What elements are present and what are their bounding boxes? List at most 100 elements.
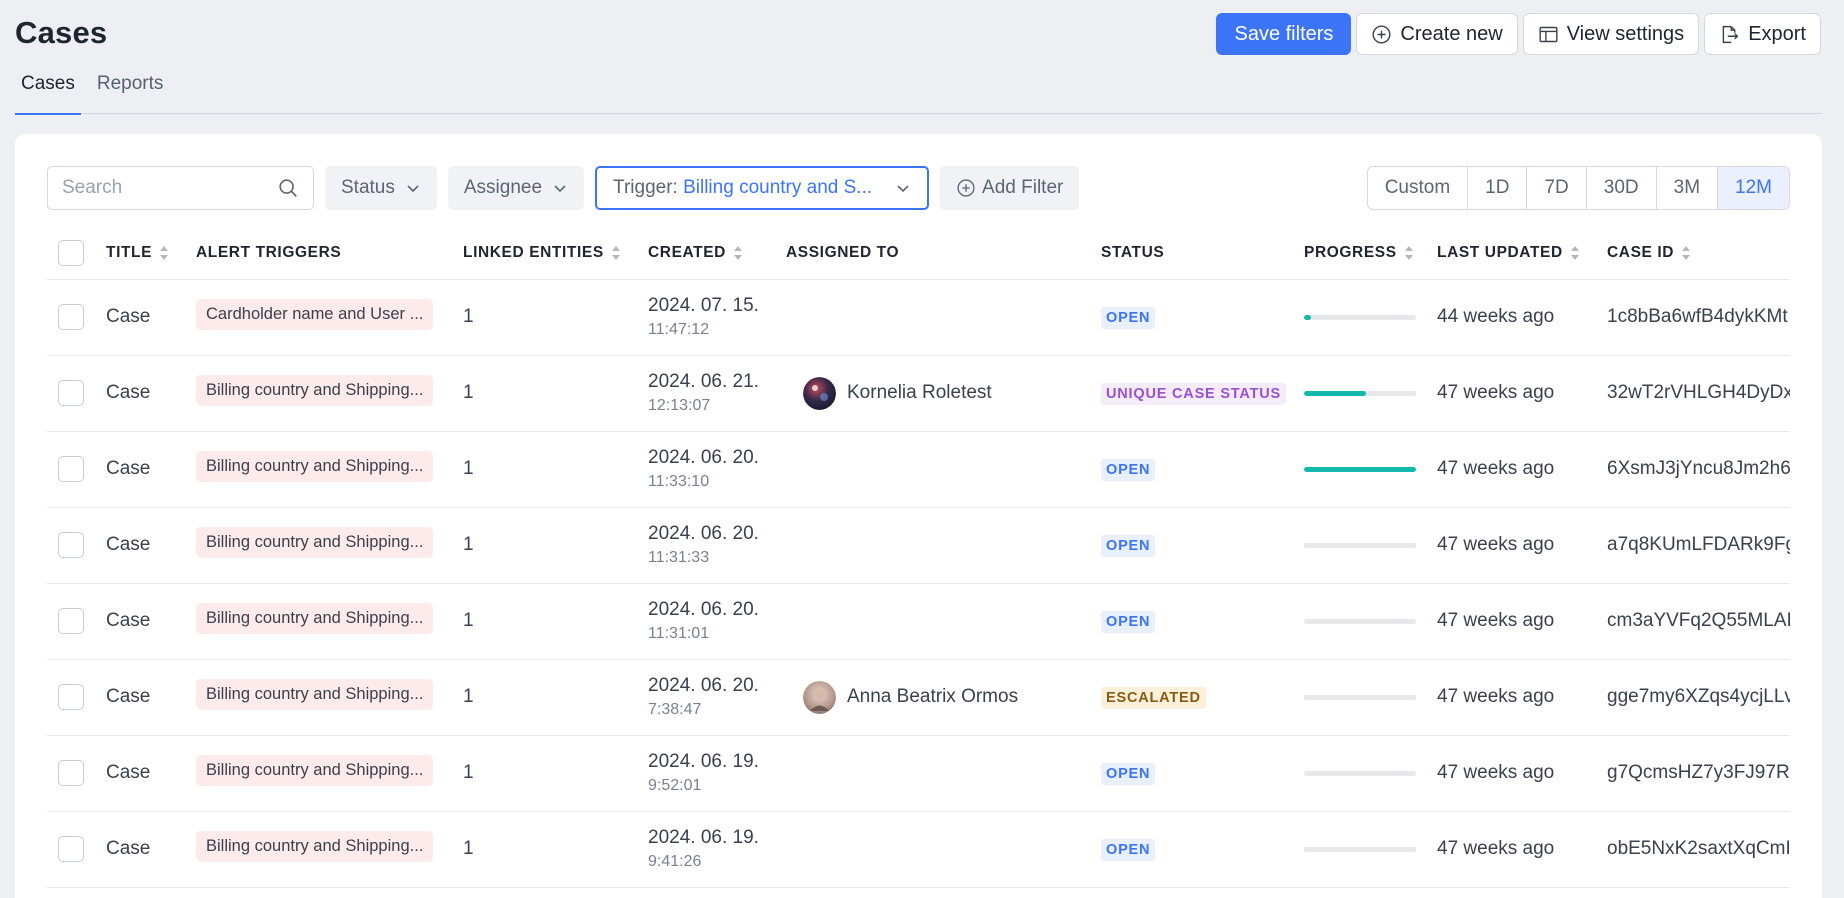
assignee-filter[interactable]: Assignee [447,166,585,210]
status-filter-label: Status [341,177,395,198]
cell-last-updated: 47 weeks ago [1437,659,1607,736]
cell-case-id[interactable]: 6XsmJ3jYncu8Jm2h6 [1607,431,1790,508]
created-time: 11:33:10 [648,473,710,490]
table-row[interactable]: Case Billing country and Shipping... 1 2… [47,355,1790,432]
range-option-3m[interactable]: 3M [1657,167,1719,209]
table-row[interactable]: Case Billing country and Shipping... 1 2… [47,659,1790,736]
alert-trigger-pill[interactable]: Billing country and Shipping... [196,830,434,862]
table-row[interactable]: Case Billing country and Shipping... 1 2… [47,431,1790,508]
assignee[interactable]: Kornelia Roletest [803,376,1101,410]
header-progress[interactable]: PROGRESS [1304,227,1437,280]
header-last-updated[interactable]: LAST UPDATED [1437,227,1607,280]
header-status: STATUS [1101,227,1304,280]
row-checkbox[interactable] [58,380,84,406]
view-settings-button[interactable]: View settings [1522,13,1700,55]
alert-trigger-pill[interactable]: Billing country and Shipping... [196,678,434,710]
table-row[interactable]: Case Cardholder name and User ... 1 2024… [47,279,1790,356]
alert-trigger-pill[interactable]: Billing country and Shipping... [196,374,434,406]
case-id: cm3aYVFq2Q55MLAI [1607,610,1790,631]
columns-icon [1539,26,1558,42]
range-option-30d[interactable]: 30D [1587,167,1657,209]
alert-trigger-pill[interactable]: Cardholder name and User ... [196,298,434,330]
row-checkbox[interactable] [58,532,84,558]
header-linked-entities[interactable]: LINKED ENTITIES [463,227,648,280]
cell-alert-trigger: Billing country and Shipping... [196,811,463,888]
progress-bar [1304,770,1416,776]
cell-case-id[interactable]: a7q8KUmLFDARk9Fg [1607,507,1790,584]
cell-title[interactable]: Case [106,659,196,736]
header-case-id[interactable]: CASE ID [1607,227,1790,280]
plus-circle-icon [957,179,975,197]
cell-title[interactable]: Case [106,735,196,812]
progress-bar [1304,618,1416,624]
chevron-down-icon [554,185,566,193]
status-filter[interactable]: Status [325,166,437,210]
cell-title[interactable]: Case [106,279,196,356]
cell-alert-trigger: Billing country and Shipping... [196,507,463,584]
tab-cases[interactable]: Cases [15,62,81,115]
cell-title[interactable]: Case [106,811,196,888]
cell-case-id[interactable]: g7QcmsHZ7y3FJ97R [1607,735,1790,812]
progress-bar [1304,846,1416,852]
alert-trigger-pill[interactable]: Billing country and Shipping... [196,754,434,786]
row-checkbox[interactable] [58,760,84,786]
save-filters-button[interactable]: Save filters [1216,13,1352,55]
plus-circle-icon [1372,24,1391,44]
sort-icon[interactable] [1570,245,1580,261]
cell-case-id[interactable]: 1c8bBa6wfB4dykKMt [1607,279,1790,356]
row-checkbox[interactable] [58,836,84,862]
cell-title[interactable]: Case [106,431,196,508]
cell-title[interactable]: Case [106,583,196,660]
assignee[interactable]: Anna Beatrix Ormos [803,680,1101,714]
case-id: 32wT2rVHLGH4DyDx [1607,382,1790,403]
header-created[interactable]: CREATED [648,227,786,280]
export-button[interactable]: Export [1704,13,1821,55]
status-badge: OPEN [1101,306,1156,329]
table-header-row: TITLE ALERT TRIGGERS LINKED ENTITIES CRE… [47,227,1790,280]
cell-linked-entities: 1 [463,811,648,888]
sort-icon[interactable] [1681,245,1691,261]
range-option-1d[interactable]: 1D [1468,167,1528,209]
add-filter-button[interactable]: Add Filter [940,166,1080,210]
range-option-7d[interactable]: 7D [1527,167,1587,209]
range-option-custom[interactable]: Custom [1368,167,1469,209]
cell-title[interactable]: Case [106,355,196,432]
alert-trigger-pill[interactable]: Billing country and Shipping... [196,602,434,634]
cell-case-id[interactable]: obE5NxK2saxtXqCmI [1607,811,1790,888]
case-id: g7QcmsHZ7y3FJ97R [1607,762,1790,783]
search-box[interactable] [47,166,314,210]
sort-icon[interactable] [733,245,743,261]
table-row[interactable]: Case Billing country and Shipping... 1 2… [47,507,1790,584]
table-row[interactable]: Case Billing country and Shipping... 1 2… [47,583,1790,660]
search-icon[interactable] [277,177,299,199]
row-checkbox[interactable] [58,456,84,482]
range-option-12m[interactable]: 12M [1718,167,1789,209]
trigger-filter[interactable]: Trigger: Billing country and S... [595,166,930,210]
table-row[interactable]: Case Billing country and Shipping... 1 2… [47,811,1790,888]
alert-trigger-pill[interactable]: Billing country and Shipping... [196,450,434,482]
tab-reports[interactable]: Reports [91,62,170,114]
cell-case-id[interactable]: gge7my6XZqs4ycjLLv [1607,659,1790,736]
cell-progress [1304,659,1437,736]
create-new-button[interactable]: Create new [1356,13,1518,55]
table-row[interactable]: Case Billing country and Shipping... 1 2… [47,735,1790,812]
alert-trigger-pill[interactable]: Billing country and Shipping... [196,526,434,558]
created-time: 7:38:47 [648,701,702,718]
header-title[interactable]: TITLE [106,227,196,280]
row-checkbox[interactable] [58,608,84,634]
cell-progress [1304,507,1437,584]
assignee-name: Anna Beatrix Ormos [847,686,1019,707]
sort-icon[interactable] [1404,245,1414,261]
cell-case-id[interactable]: 32wT2rVHLGH4DyDx [1607,355,1790,432]
cell-case-id[interactable]: cm3aYVFq2Q55MLAI [1607,583,1790,660]
sort-icon[interactable] [611,245,621,261]
cell-alert-trigger: Billing country and Shipping... [196,659,463,736]
created-time: 11:31:33 [648,549,710,566]
select-all-checkbox[interactable] [58,239,84,266]
search-input[interactable] [62,177,262,199]
cell-progress [1304,583,1437,660]
row-checkbox[interactable] [58,684,84,710]
cell-title[interactable]: Case [106,507,196,584]
row-checkbox[interactable] [58,304,84,330]
sort-icon[interactable] [159,245,169,261]
